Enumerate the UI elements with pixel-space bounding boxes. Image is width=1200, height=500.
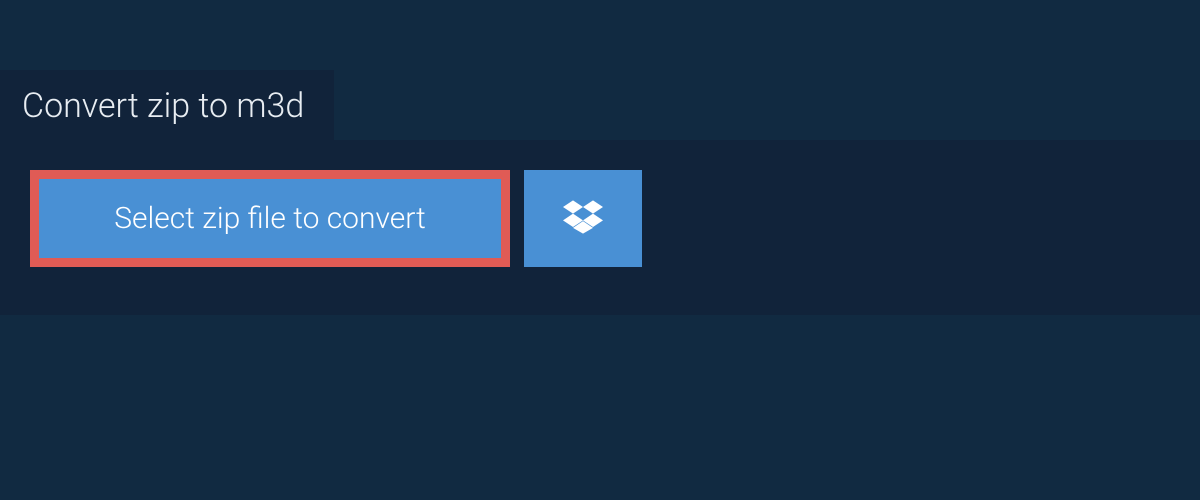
dropbox-button[interactable] [524, 170, 642, 267]
tab-convert[interactable]: Convert zip to m3d [0, 70, 334, 146]
button-group: Select zip file to convert [30, 170, 1170, 267]
select-file-label: Select zip file to convert [114, 201, 425, 236]
tab-header: Convert zip to m3d [0, 70, 334, 146]
tab-label: Convert zip to m3d [22, 86, 304, 126]
select-file-button[interactable]: Select zip file to convert [30, 170, 510, 267]
dropbox-icon [563, 197, 603, 241]
converter-panel: Select zip file to convert [0, 140, 1200, 315]
